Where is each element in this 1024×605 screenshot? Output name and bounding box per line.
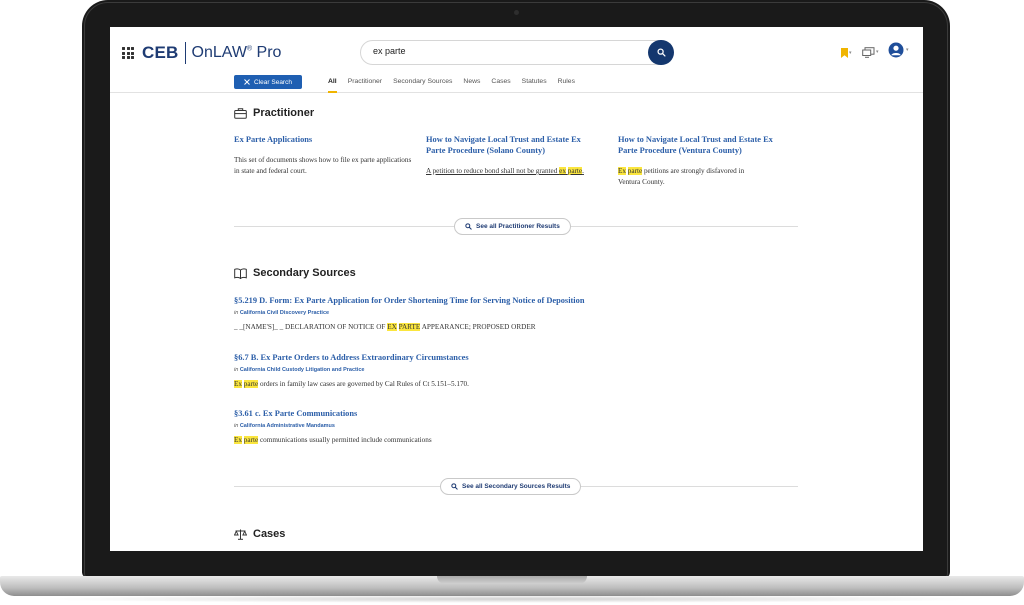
result-title-link[interactable]: §6.7 B. Ex Parte Orders to Address Extra…: [234, 352, 794, 363]
result-card: Ex Parte Applications This set of docume…: [234, 134, 414, 177]
tab-rules[interactable]: Rules: [558, 74, 575, 93]
secondary-sources-heading: Secondary Sources: [234, 267, 356, 279]
section-title: Secondary Sources: [253, 267, 356, 279]
logo-divider: [184, 42, 186, 64]
open-book-icon: [234, 267, 247, 279]
source-link[interactable]: California Administrative Mandamus: [240, 423, 335, 429]
search-box: [360, 40, 674, 65]
result-item: §5.219 D. Form: Ex Parte Application for…: [234, 295, 794, 333]
close-icon: [244, 79, 250, 85]
tab-statutes[interactable]: Statutes: [522, 74, 547, 93]
result-source: in California Administrative Mandamus: [234, 423, 335, 429]
search-input[interactable]: [373, 46, 643, 56]
search-button[interactable]: [648, 40, 674, 65]
chevron-down-icon: ▾: [876, 49, 879, 55]
result-title-link[interactable]: §3.61 c. Ex Parte Communications: [234, 408, 794, 419]
see-all-label: See all Secondary Sources Results: [462, 483, 571, 490]
result-snippet: Ex parte orders in family law cases are …: [234, 380, 469, 388]
result-snippet: A petition to reduce bond shall not be g…: [426, 167, 584, 175]
result-item: §6.7 B. Ex Parte Orders to Address Extra…: [234, 352, 794, 390]
avatar-icon: [888, 42, 904, 58]
brand-logo[interactable]: CEB OnLAW® Pro: [142, 41, 281, 65]
history-button[interactable]: ▾: [862, 45, 880, 59]
bookmarks-button[interactable]: ▾: [841, 46, 853, 60]
result-snippet: _ _[NAME'S]_ _ DECLARATION OF NOTICE OF …: [234, 323, 536, 331]
result-tabs: All Practitioner Secondary Sources News …: [328, 74, 586, 93]
briefcase-icon: [234, 107, 247, 119]
see-all-label: See all Practitioner Results: [476, 223, 560, 230]
tab-news[interactable]: News: [463, 74, 480, 93]
result-item: §3.61 c. Ex Parte Communications in Cali…: [234, 408, 794, 446]
search-icon: [465, 223, 472, 230]
tab-all[interactable]: All: [328, 74, 337, 93]
laptop-notch: [437, 576, 587, 584]
chevron-down-icon: ▾: [906, 47, 909, 53]
result-snippet: This set of documents shows how to file …: [234, 156, 412, 175]
clear-search-button[interactable]: Clear Search: [234, 75, 302, 89]
result-title-link[interactable]: How to Navigate Local Trust and Estate E…: [426, 134, 611, 156]
see-all-practitioner-button[interactable]: See all Practitioner Results: [454, 218, 571, 235]
camera-dot: [514, 10, 519, 15]
search-icon: [451, 483, 458, 490]
practitioner-heading: Practitioner: [234, 107, 314, 119]
result-source: in California Child Custody Litigation a…: [234, 367, 365, 373]
result-title-link[interactable]: How to Navigate Local Trust and Estate E…: [618, 134, 808, 156]
monitor-icon: [862, 47, 875, 58]
user-menu-button[interactable]: ▾: [888, 42, 910, 62]
result-title-link[interactable]: Ex Parte Applications: [234, 134, 414, 145]
result-snippet: Ex parte communications usually permitte…: [234, 436, 432, 444]
search-icon: [656, 48, 666, 57]
bookmark-icon: [841, 48, 848, 58]
result-source: in California Civil Discovery Practice: [234, 310, 330, 316]
see-all-secondary-sources-button[interactable]: See all Secondary Sources Results: [440, 478, 582, 495]
result-card: How to Navigate Local Trust and Estate E…: [426, 134, 611, 177]
logo-ceb: CEB: [142, 43, 179, 62]
source-link[interactable]: California Child Custody Litigation and …: [240, 367, 365, 373]
app-header: CEB OnLAW® Pro ▾ ▾ ▾ Clear Search A: [110, 27, 923, 93]
section-title: Practitioner: [253, 107, 315, 119]
app-grid-icon[interactable]: [122, 47, 134, 59]
result-card: How to Navigate Local Trust and Estate E…: [618, 134, 808, 188]
scales-icon: [234, 529, 247, 540]
result-title-link[interactable]: §5.219 D. Form: Ex Parte Application for…: [234, 295, 794, 306]
cases-heading: Cases: [234, 528, 285, 540]
tab-cases[interactable]: Cases: [491, 74, 510, 93]
logo-onlaw: OnLAW® Pro: [191, 44, 282, 61]
tab-practitioner[interactable]: Practitioner: [348, 74, 382, 93]
result-snippet: Ex parte petitions are strongly disfavor…: [618, 167, 745, 186]
laptop-shadow: [30, 595, 994, 603]
chevron-down-icon: ▾: [849, 50, 852, 56]
tab-secondary-sources[interactable]: Secondary Sources: [393, 74, 452, 93]
source-link[interactable]: California Civil Discovery Practice: [240, 310, 329, 316]
section-title: Cases: [253, 528, 286, 540]
app-screen: CEB OnLAW® Pro ▾ ▾ ▾ Clear Search A: [110, 27, 923, 551]
clear-search-label: Clear Search: [254, 78, 292, 86]
